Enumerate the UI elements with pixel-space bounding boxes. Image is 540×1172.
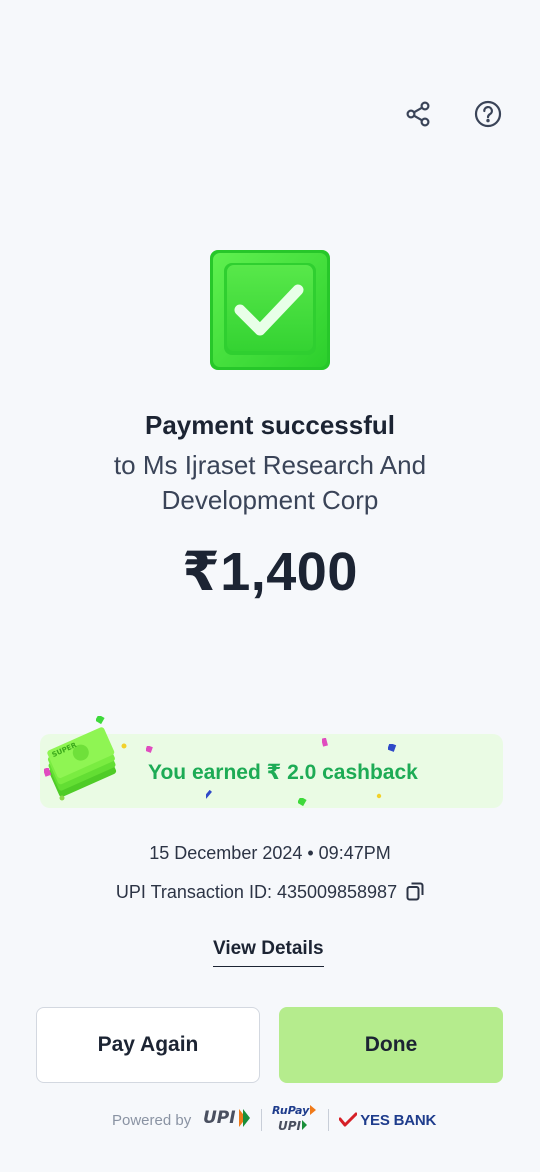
rupay-logo-text: RuPay [272,1104,310,1117]
upi-logo-text: UPI [203,1108,236,1128]
confetti-icon [206,790,212,799]
view-details-link[interactable]: View Details [213,938,324,967]
confetti-icon [388,744,397,752]
money-stack-icon: SUPER [36,712,126,804]
yes-bank-text: YES BANK [360,1111,437,1129]
powered-by-footer: Powered by UPI RuPay UPI YES BANK [112,1102,436,1138]
confetti-icon [146,746,153,753]
payment-status-title: Payment successful [144,410,395,440]
pay-again-button[interactable]: Pay Again [36,1007,260,1083]
cashback-text: You earned ₹ 2.0 cashback [148,761,418,784]
cashback-banner[interactable]: SUPER You earned ₹ 2.0 cashback [40,716,503,808]
share-icon[interactable] [400,96,436,132]
divider [328,1109,330,1131]
confetti-icon [376,793,382,799]
upi-transaction-row: UPI Transaction ID: 435009858987 [0,882,540,906]
payment-success-screen: Payment successful to Ms Ijraset Researc… [0,0,540,1172]
payment-amount: ₹1,400 [182,542,358,602]
divider [261,1109,263,1131]
copy-icon[interactable] [406,882,424,906]
done-button[interactable]: Done [279,1007,503,1083]
powered-by-label: Powered by [112,1111,192,1129]
confetti-icon [96,716,105,725]
confetti-icon [121,743,127,749]
header-actions [400,96,506,132]
confetti-icon [44,768,52,777]
rupay-upi-logo: RuPay UPI [272,1103,318,1138]
success-check-icon [210,250,330,370]
upi-transaction-id: UPI Transaction ID: 435009858987 [115,882,398,902]
yes-bank-logo: YES BANK [339,1112,436,1129]
payee-name: to Ms Ijraset Research And Development C… [113,450,427,515]
confetti-icon [298,798,307,807]
transaction-datetime: 15 December 2024 • 09:47PM [149,843,391,863]
confetti-icon [59,795,65,801]
upi-logo: UPI [203,1107,251,1134]
help-circle-icon[interactable] [470,96,506,132]
confetti-icon [322,738,328,747]
rupay-upi-text: UPI [278,1119,302,1133]
yes-bank-check-icon [339,1112,358,1127]
